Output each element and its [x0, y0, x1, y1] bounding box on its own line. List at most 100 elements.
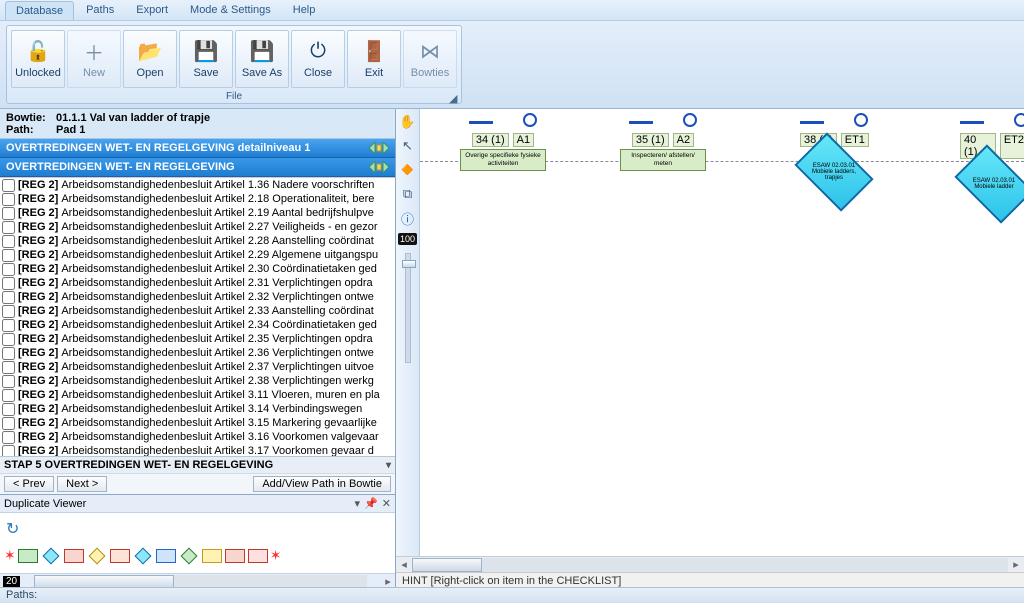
regulation-checkbox[interactable]	[2, 305, 15, 318]
regulation-item[interactable]: [REG 2]Arbeidsomstandighedenbesluit Arti…	[0, 430, 395, 444]
dup-dropdown-icon[interactable]: ▾	[355, 497, 361, 510]
node-bar-icon	[960, 121, 984, 124]
regulation-item[interactable]: [REG 2]Arbeidsomstandighedenbesluit Arti…	[0, 388, 395, 402]
regulation-checkbox[interactable]	[2, 347, 15, 360]
panel-header-detail[interactable]: OVERTREDINGEN WET- EN REGELGEVING detail…	[0, 139, 395, 158]
regulation-item[interactable]: [REG 2]Arbeidsomstandighedenbesluit Arti…	[0, 304, 395, 318]
status-bar: Paths:	[0, 587, 1024, 603]
regulation-item[interactable]: [REG 2]Arbeidsomstandighedenbesluit Arti…	[0, 262, 395, 276]
menu-export[interactable]: Export	[126, 1, 178, 19]
reg-text: Arbeidsomstandighedenbesluit Artikel 1.3…	[61, 178, 374, 192]
regulation-checkbox[interactable]	[2, 403, 15, 416]
zoom-slider-thumb[interactable]	[402, 260, 416, 268]
exit-button[interactable]: 🚪Exit	[347, 30, 401, 88]
color-tool-icon[interactable]: 🔶	[399, 161, 417, 179]
reg-text: Arbeidsomstandighedenbesluit Artikel 2.1…	[61, 192, 374, 206]
save-button[interactable]: 💾Save	[179, 30, 233, 88]
reg-prefix: [REG 2]	[18, 388, 58, 402]
saveas-button[interactable]: 💾Save As	[235, 30, 289, 88]
regulation-item[interactable]: [REG 2]Arbeidsomstandighedenbesluit Arti…	[0, 346, 395, 360]
prev-button[interactable]: < Prev	[4, 476, 54, 492]
hscroll-thumb[interactable]	[412, 558, 482, 572]
panel-header-main[interactable]: OVERTREDINGEN WET- EN REGELGEVING	[0, 158, 395, 177]
pointer-tool-icon[interactable]: ↖	[399, 137, 417, 155]
menu-paths[interactable]: Paths	[76, 1, 124, 19]
regulation-checkbox[interactable]	[2, 221, 15, 234]
next-button[interactable]: Next >	[57, 476, 107, 492]
regulation-item[interactable]: [REG 2]Arbeidsomstandighedenbesluit Arti…	[0, 360, 395, 374]
regulation-checkbox[interactable]	[2, 277, 15, 290]
regulation-checkbox[interactable]	[2, 319, 15, 332]
info-tool-icon[interactable]: ⓘ	[399, 209, 417, 227]
dup-close-icon[interactable]: ✕	[382, 497, 391, 510]
step-dropdown-icon[interactable]: ▾	[386, 460, 391, 471]
dup-pin-icon[interactable]: 📌	[364, 497, 378, 510]
unlocked-button[interactable]: 🔓Unlocked	[11, 30, 65, 88]
node-ring-icon	[1014, 113, 1024, 127]
regulation-checkbox[interactable]	[2, 249, 15, 262]
open-button[interactable]: 📂Open	[123, 30, 177, 88]
regulation-checkbox[interactable]	[2, 291, 15, 304]
regulation-item[interactable]: [REG 2]Arbeidsomstandighedenbesluit Arti…	[0, 374, 395, 388]
regulation-checkbox[interactable]	[2, 417, 15, 430]
regulation-checkbox[interactable]	[2, 207, 15, 220]
copy-tool-icon[interactable]: ⧉	[399, 185, 417, 203]
regulation-checkbox[interactable]	[2, 445, 15, 457]
reg-text: Arbeidsomstandighedenbesluit Artikel 2.3…	[61, 262, 377, 276]
diagram-node[interactable]: 35 (1)A2Inspecteren/ afstellen/ meten	[620, 113, 706, 171]
regulation-checkbox[interactable]	[2, 361, 15, 374]
reg-text: Arbeidsomstandighedenbesluit Artikel 3.1…	[61, 444, 373, 456]
hand-tool-icon[interactable]: ✋	[399, 113, 417, 131]
scroll-left-icon[interactable]: ◂	[396, 558, 412, 571]
scroll-right-icon[interactable]: ▸	[1008, 558, 1024, 571]
regulation-checkbox[interactable]	[2, 179, 15, 192]
node-bar-icon	[800, 121, 824, 124]
save-icon: 💾	[194, 39, 218, 63]
node-bar-icon	[469, 121, 493, 124]
regulation-item[interactable]: [REG 2]Arbeidsomstandighedenbesluit Arti…	[0, 192, 395, 206]
reg-prefix: [REG 2]	[18, 178, 58, 192]
refresh-icon[interactable]: ↻	[4, 517, 21, 541]
open-icon: 📂	[138, 39, 162, 63]
ribbon-expand-icon[interactable]: ◢	[449, 92, 459, 102]
zoom-slider[interactable]	[405, 253, 411, 363]
regulation-item[interactable]: [REG 2]Arbeidsomstandighedenbesluit Arti…	[0, 248, 395, 262]
regulation-item[interactable]: [REG 2]Arbeidsomstandighedenbesluit Arti…	[0, 178, 395, 192]
regulation-checkbox[interactable]	[2, 333, 15, 346]
menu-help[interactable]: Help	[283, 1, 326, 19]
regulation-checkbox[interactable]	[2, 193, 15, 206]
regulation-list[interactable]: [REG 2]Arbeidsomstandighedenbesluit Arti…	[0, 177, 395, 456]
regulation-item[interactable]: [REG 2]Arbeidsomstandighedenbesluit Arti…	[0, 290, 395, 304]
close-button[interactable]: ⏻Close	[291, 30, 345, 88]
bowtie-label: Bowtie:	[6, 112, 48, 124]
reg-text: Arbeidsomstandighedenbesluit Artikel 2.3…	[61, 332, 372, 346]
info-block: Bowtie: 01.1.1 Val van ladder of trapje …	[0, 109, 395, 139]
duplicate-viewer-body[interactable]: ↻ ✶ ✶	[0, 513, 395, 573]
regulation-item[interactable]: [REG 2]Arbeidsomstandighedenbesluit Arti…	[0, 234, 395, 248]
reg-text: Arbeidsomstandighedenbesluit Artikel 3.1…	[61, 416, 377, 430]
regulation-item[interactable]: [REG 2]Arbeidsomstandighedenbesluit Arti…	[0, 416, 395, 430]
regulation-checkbox[interactable]	[2, 389, 15, 402]
menu-mode-settings[interactable]: Mode & Settings	[180, 1, 281, 19]
diagram-node[interactable]: 34 (1)A1Overige specifieke fysieke activ…	[460, 113, 546, 171]
regulation-checkbox[interactable]	[2, 263, 15, 276]
reg-prefix: [REG 2]	[18, 192, 58, 206]
regulation-item[interactable]: [REG 2]Arbeidsomstandighedenbesluit Arti…	[0, 276, 395, 290]
reg-prefix: [REG 2]	[18, 318, 58, 332]
regulation-item[interactable]: [REG 2]Arbeidsomstandighedenbesluit Arti…	[0, 220, 395, 234]
regulation-item[interactable]: [REG 2]Arbeidsomstandighedenbesluit Arti…	[0, 402, 395, 416]
regulation-checkbox[interactable]	[2, 235, 15, 248]
regulation-checkbox[interactable]	[2, 375, 15, 388]
diagram-node[interactable]: 40 (1)ET2ESAW 02.03.01 Mobiele ladder	[960, 113, 1024, 207]
diagram-canvas[interactable]: 34 (1)A1Overige specifieke fysieke activ…	[420, 109, 1024, 556]
regulation-item[interactable]: [REG 2]Arbeidsomstandighedenbesluit Arti…	[0, 318, 395, 332]
step-bar: STAP 5 OVERTREDINGEN WET- EN REGELGEVING…	[0, 456, 395, 473]
regulation-item[interactable]: [REG 2]Arbeidsomstandighedenbesluit Arti…	[0, 332, 395, 346]
regulation-checkbox[interactable]	[2, 431, 15, 444]
diagram-node[interactable]: 38 (1)ET1ESAW 02.03.01 Mobiele ladders, …	[800, 113, 869, 195]
diagram-hscroll[interactable]: ◂ ▸	[396, 556, 1024, 572]
regulation-item[interactable]: [REG 2]Arbeidsomstandighedenbesluit Arti…	[0, 206, 395, 220]
regulation-item[interactable]: [REG 2]Arbeidsomstandighedenbesluit Arti…	[0, 444, 395, 456]
add-view-path-button[interactable]: Add/View Path in Bowtie	[253, 476, 391, 492]
menu-database[interactable]: Database	[5, 1, 74, 20]
